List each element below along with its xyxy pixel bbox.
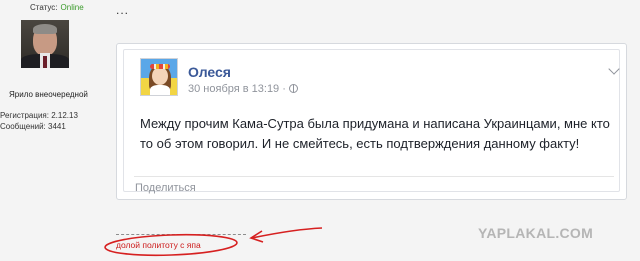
red-circle	[104, 233, 238, 257]
red-annotation	[104, 227, 323, 257]
red-arrow	[251, 227, 323, 239]
